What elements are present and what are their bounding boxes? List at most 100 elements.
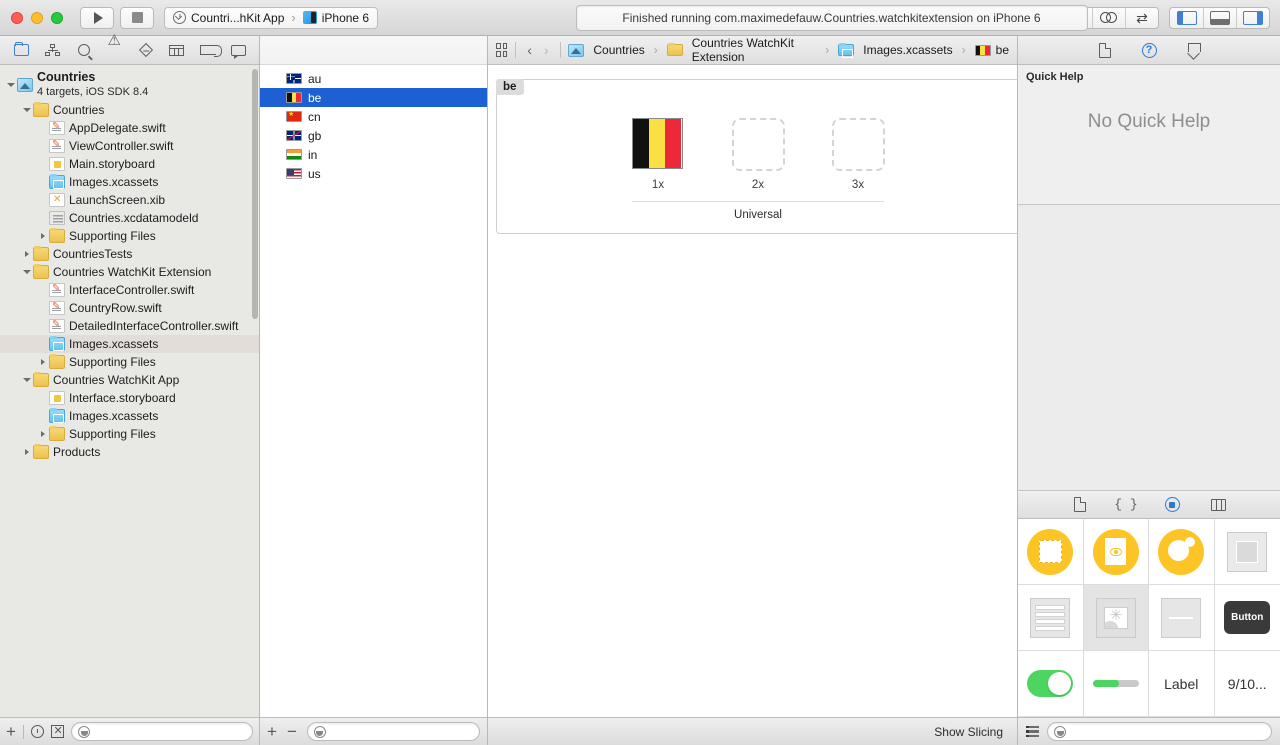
tree-row[interactable]: ViewController.swift bbox=[0, 137, 259, 155]
related-items-icon[interactable] bbox=[496, 43, 507, 57]
asset-list-item[interactable]: gb bbox=[260, 126, 487, 145]
asset-rows-container[interactable]: aubecngbinus bbox=[260, 65, 487, 717]
add-asset-button[interactable]: + bbox=[267, 723, 277, 740]
stop-button[interactable] bbox=[120, 7, 154, 29]
tree-row[interactable]: Countries bbox=[0, 101, 259, 119]
disclosure-triangle[interactable] bbox=[36, 233, 49, 239]
go-forward-button[interactable]: › bbox=[541, 42, 552, 58]
tree-row[interactable]: Images.xcassets bbox=[0, 335, 259, 353]
breadcrumb-item-2[interactable]: Images.xcassets bbox=[838, 43, 952, 57]
find-navigator-tab[interactable] bbox=[68, 39, 99, 62]
tree-row[interactable]: Products bbox=[0, 443, 259, 461]
remove-asset-button[interactable]: − bbox=[287, 723, 297, 740]
toggle-debug-area-button[interactable] bbox=[1203, 8, 1236, 28]
disclosure-triangle[interactable] bbox=[20, 449, 33, 455]
asset-list-item[interactable]: au bbox=[260, 69, 487, 88]
disclosure-triangle[interactable] bbox=[20, 251, 33, 257]
close-window-button[interactable] bbox=[11, 12, 23, 24]
disclosure-triangle[interactable] bbox=[36, 431, 49, 437]
breadcrumb-item-0[interactable]: Countries bbox=[568, 43, 644, 57]
library-item-date[interactable]: 9/10... bbox=[1215, 651, 1280, 717]
project-tree[interactable]: Countries 4 targets, iOS SDK 8.4 Countri… bbox=[0, 65, 259, 717]
disclosure-triangle[interactable] bbox=[36, 359, 49, 365]
run-button[interactable] bbox=[80, 7, 114, 29]
add-file-button[interactable]: + bbox=[6, 723, 16, 740]
tree-row[interactable]: Images.xcassets bbox=[0, 173, 259, 191]
image-well-slot[interactable] bbox=[732, 118, 785, 171]
object-library-tab[interactable] bbox=[1162, 496, 1182, 514]
assistant-editor-button[interactable] bbox=[1092, 8, 1125, 28]
maximize-window-button[interactable] bbox=[51, 12, 63, 24]
version-editor-button[interactable]: ⇄ bbox=[1125, 8, 1158, 28]
toggle-utilities-button[interactable] bbox=[1236, 8, 1269, 28]
project-navigator-tab[interactable] bbox=[6, 39, 37, 62]
navigator-filter-field[interactable] bbox=[71, 722, 253, 741]
disclosure-triangle[interactable] bbox=[20, 378, 33, 382]
minimize-window-button[interactable] bbox=[31, 12, 43, 24]
disclosure-triangle[interactable] bbox=[4, 83, 17, 87]
library-item-table[interactable] bbox=[1018, 585, 1084, 651]
image-well-1x[interactable]: 1x bbox=[622, 118, 694, 191]
library-item-slider[interactable] bbox=[1084, 651, 1150, 717]
library-item-label[interactable]: Label bbox=[1149, 651, 1215, 717]
library-item-view-controller[interactable] bbox=[1018, 519, 1084, 585]
tree-row[interactable]: CountriesTests bbox=[0, 245, 259, 263]
library-view-toggle-icon[interactable] bbox=[1026, 726, 1039, 738]
file-inspector-tab[interactable] bbox=[1095, 41, 1115, 59]
object-library-grid[interactable]: Button Label 9/10... bbox=[1018, 519, 1280, 717]
library-item-object[interactable] bbox=[1149, 519, 1215, 585]
breakpoint-navigator-tab[interactable] bbox=[192, 39, 223, 62]
media-library-tab[interactable] bbox=[1208, 496, 1228, 514]
quick-help-inspector-tab[interactable]: ? bbox=[1139, 41, 1159, 59]
tree-row[interactable]: Supporting Files bbox=[0, 353, 259, 371]
tree-row[interactable]: InterfaceController.swift bbox=[0, 281, 259, 299]
tree-row[interactable]: Countries.xcdatamodeld bbox=[0, 209, 259, 227]
library-item-separator[interactable] bbox=[1149, 585, 1215, 651]
debug-navigator-tab[interactable] bbox=[161, 39, 192, 62]
asset-list-item[interactable]: cn bbox=[260, 107, 487, 126]
symbol-navigator-tab[interactable] bbox=[37, 39, 68, 62]
library-item-group[interactable] bbox=[1215, 519, 1280, 585]
tree-row[interactable]: Images.xcassets bbox=[0, 407, 259, 425]
tree-row[interactable]: CountryRow.swift bbox=[0, 299, 259, 317]
library-item-switch[interactable] bbox=[1018, 651, 1084, 717]
library-item-image[interactable] bbox=[1084, 585, 1150, 651]
image-well-3x[interactable]: 3x bbox=[822, 118, 894, 191]
tree-row[interactable]: LaunchScreen.xib bbox=[0, 191, 259, 209]
library-filter-field[interactable] bbox=[1047, 722, 1272, 741]
image-well-2x[interactable]: 2x bbox=[722, 118, 794, 191]
image-well-slot[interactable] bbox=[632, 118, 685, 171]
file-template-library-tab[interactable] bbox=[1070, 496, 1090, 514]
tree-row[interactable]: Supporting Files bbox=[0, 425, 259, 443]
scheme-device-selector[interactable]: Countri...hKit App › iPhone 6 bbox=[164, 7, 378, 29]
tree-row[interactable]: Countries WatchKit App bbox=[0, 371, 259, 389]
tree-row[interactable]: AppDelegate.swift bbox=[0, 119, 259, 137]
tree-row[interactable]: Countries WatchKit Extension bbox=[0, 263, 259, 281]
tree-row-project[interactable]: Countries 4 targets, iOS SDK 8.4 bbox=[0, 69, 259, 101]
library-item-interface-controller[interactable] bbox=[1084, 519, 1150, 585]
test-navigator-tab[interactable] bbox=[130, 39, 161, 62]
disclosure-triangle[interactable] bbox=[20, 270, 33, 274]
toggle-navigator-button[interactable] bbox=[1170, 8, 1203, 28]
asset-set-card[interactable]: be 1x 2x bbox=[496, 79, 1017, 234]
asset-filter-field[interactable] bbox=[307, 722, 480, 741]
asset-list-item[interactable]: be bbox=[260, 88, 487, 107]
go-back-button[interactable]: ‹ bbox=[524, 42, 535, 58]
image-well-slot[interactable] bbox=[832, 118, 885, 171]
tree-row[interactable]: Supporting Files bbox=[0, 227, 259, 245]
report-navigator-tab[interactable] bbox=[223, 39, 254, 62]
code-snippet-library-tab[interactable]: { } bbox=[1116, 496, 1136, 514]
issue-navigator-tab[interactable] bbox=[99, 39, 130, 62]
asset-list-item[interactable]: us bbox=[260, 164, 487, 183]
disclosure-triangle[interactable] bbox=[20, 108, 33, 112]
pin-inspector-tab[interactable] bbox=[1183, 41, 1203, 59]
show-slicing-button[interactable]: Show Slicing bbox=[934, 725, 1003, 739]
tree-row[interactable]: Main.storyboard bbox=[0, 155, 259, 173]
navigator-scrollbar[interactable] bbox=[252, 69, 258, 319]
recent-files-icon[interactable] bbox=[31, 725, 44, 738]
library-item-button[interactable]: Button bbox=[1215, 585, 1280, 651]
breadcrumb-item-3[interactable]: be bbox=[975, 43, 1009, 57]
asset-list-item[interactable]: in bbox=[260, 145, 487, 164]
breadcrumb-item-1[interactable]: Countries WatchKit Extension bbox=[667, 36, 817, 64]
tree-row[interactable]: Interface.storyboard bbox=[0, 389, 259, 407]
